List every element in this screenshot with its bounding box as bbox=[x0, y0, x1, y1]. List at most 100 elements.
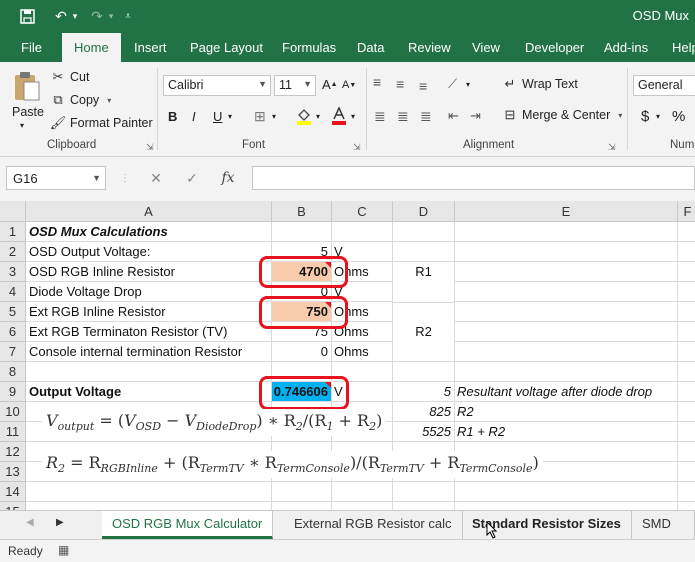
tab-add-ins[interactable]: Add-ins bbox=[596, 33, 656, 62]
currency-dropdown-icon[interactable]: ▾ bbox=[656, 112, 660, 121]
tab-file[interactable]: File bbox=[13, 33, 50, 62]
voltage-equation[interactable]: Voutput = (VOSD − VDiodeDrop) ∗ R2/(R1 +… bbox=[42, 409, 387, 436]
number-format-select[interactable]: General bbox=[633, 75, 695, 96]
scroll-sheets-right-icon[interactable]: ▶ bbox=[56, 517, 64, 528]
column-header-d[interactable]: D bbox=[393, 201, 455, 222]
underline-dropdown-icon[interactable]: ▾ bbox=[228, 112, 232, 121]
borders-dropdown-icon[interactable]: ▾ bbox=[272, 112, 276, 121]
borders-icon[interactable]: ⊞ bbox=[254, 108, 266, 125]
align-left-icon[interactable]: ≣ bbox=[374, 108, 386, 125]
row-header[interactable]: 3 bbox=[0, 262, 26, 282]
tab-formulas[interactable]: Formulas bbox=[274, 33, 344, 62]
worksheet-grid[interactable]: A B C D E F 1 2 3 4 5 6 7 8 9 10 11 12 1… bbox=[0, 201, 695, 510]
row-header[interactable]: 1 bbox=[0, 222, 26, 242]
column-header-a[interactable]: A bbox=[26, 201, 272, 222]
redo-dropdown-icon[interactable]: ▾ bbox=[104, 5, 118, 27]
orientation-icon[interactable]: ⟋ bbox=[448, 76, 457, 92]
paste-button[interactable] bbox=[10, 70, 44, 102]
cell-d11[interactable]: 5525 bbox=[393, 422, 454, 442]
font-color-dropdown-icon[interactable]: ▾ bbox=[351, 112, 355, 121]
font-name-select[interactable]: Calibri ▼ bbox=[163, 75, 271, 96]
macro-recording-icon[interactable]: ▦ bbox=[58, 543, 69, 557]
font-launcher-icon[interactable]: ⇲ bbox=[353, 142, 361, 153]
cancel-icon[interactable]: ✕ bbox=[141, 166, 171, 190]
tab-help[interactable]: Help bbox=[664, 33, 695, 62]
cell-a1[interactable]: OSD Mux Calculations bbox=[29, 222, 168, 242]
column-header-e[interactable]: E bbox=[455, 201, 678, 222]
increase-font-icon[interactable]: A ▲ bbox=[322, 77, 338, 92]
align-bottom-icon[interactable]: ≡ bbox=[419, 78, 427, 94]
cell-e11[interactable]: R1 + R2 bbox=[457, 422, 505, 442]
cell-c7[interactable]: Ohms bbox=[334, 342, 369, 362]
cell-b7[interactable]: 0 bbox=[272, 342, 331, 362]
row-header[interactable]: 14 bbox=[0, 482, 26, 502]
sheet-tab-smd-res[interactable]: SMD Res bbox=[632, 511, 695, 557]
row-header[interactable]: 12 bbox=[0, 442, 26, 462]
row-header[interactable]: 7 bbox=[0, 342, 26, 362]
align-right-icon[interactable]: ≣ bbox=[420, 108, 432, 125]
alignment-launcher-icon[interactable]: ⇲ bbox=[608, 142, 616, 153]
cell-d6[interactable]: R2 bbox=[393, 322, 454, 342]
wrap-text-button[interactable]: ↵ Wrap Text bbox=[502, 76, 578, 92]
font-color-button[interactable] bbox=[331, 107, 347, 125]
cell-a2[interactable]: OSD Output Voltage: bbox=[29, 242, 150, 262]
tab-home[interactable]: Home bbox=[62, 33, 121, 62]
clipboard-launcher-icon[interactable]: ⇲ bbox=[146, 142, 154, 153]
format-painter-button[interactable]: 🖌 Format Painter bbox=[50, 115, 153, 131]
percent-button[interactable]: % bbox=[672, 108, 685, 125]
formula-input[interactable] bbox=[252, 166, 695, 190]
cell-e10[interactable]: R2 bbox=[457, 402, 474, 422]
cell-a3[interactable]: OSD RGB Inline Resistor bbox=[29, 262, 175, 282]
cell-d10[interactable]: 825 bbox=[393, 402, 454, 422]
paste-label[interactable]: Paste bbox=[12, 105, 44, 119]
select-all-corner[interactable] bbox=[0, 201, 26, 222]
sheet-tab-osd-rgb-mux-calculator[interactable]: OSD RGB Mux Calculator bbox=[102, 511, 274, 539]
copy-button[interactable]: ⧉ Copy ▾ bbox=[50, 92, 111, 108]
column-header-c[interactable]: C bbox=[332, 201, 393, 222]
merge-center-button[interactable]: ⊟ Merge & Center ▾ bbox=[502, 107, 623, 123]
tab-review[interactable]: Review bbox=[400, 33, 459, 62]
cell-a4[interactable]: Diode Voltage Drop bbox=[29, 282, 142, 302]
scroll-sheets-left-icon[interactable]: ◀ bbox=[26, 517, 34, 528]
cell-a5[interactable]: Ext RGB Inline Resistor bbox=[29, 302, 166, 322]
cell-d9[interactable]: 5 bbox=[393, 382, 454, 402]
row-header[interactable]: 2 bbox=[0, 242, 26, 262]
tab-view[interactable]: View bbox=[464, 33, 508, 62]
align-top-icon[interactable]: ≡ bbox=[373, 74, 381, 90]
italic-button[interactable]: I bbox=[192, 109, 196, 124]
bold-button[interactable]: B bbox=[168, 109, 177, 124]
cell-d3[interactable]: R1 bbox=[393, 262, 454, 282]
save-icon[interactable] bbox=[14, 5, 40, 27]
undo-dropdown-icon[interactable]: ▾ bbox=[68, 5, 82, 27]
sheet-tab-external-rgb-resistor-calc[interactable]: External RGB Resistor calc bbox=[284, 511, 463, 539]
column-header-b[interactable]: B bbox=[272, 201, 332, 222]
cell-a6[interactable]: Ext RGB Terminaton Resistor (TV) bbox=[29, 322, 227, 342]
cell-e9[interactable]: Resultant voltage after diode drop bbox=[457, 382, 652, 402]
row-header[interactable]: 5 bbox=[0, 302, 26, 322]
tab-page-layout[interactable]: Page Layout bbox=[182, 33, 271, 62]
name-box[interactable]: G16 ▼ bbox=[6, 166, 106, 190]
cell-a9[interactable]: Output Voltage bbox=[29, 382, 121, 402]
insert-function-icon[interactable]: fx bbox=[213, 166, 243, 190]
cut-button[interactable]: ✂ Cut bbox=[50, 69, 90, 85]
row-header[interactable]: 8 bbox=[0, 362, 26, 382]
row-header[interactable]: 4 bbox=[0, 282, 26, 302]
row-header[interactable]: 6 bbox=[0, 322, 26, 342]
tab-insert[interactable]: Insert bbox=[126, 33, 175, 62]
row-header[interactable]: 15 bbox=[0, 502, 26, 510]
row-header[interactable]: 9 bbox=[0, 382, 26, 402]
paste-dropdown-icon[interactable]: ▾ bbox=[20, 121, 24, 130]
font-size-select[interactable]: 11 ▼ bbox=[274, 75, 316, 96]
merge-dropdown-icon[interactable]: ▾ bbox=[618, 111, 622, 120]
customize-toolbar-icon[interactable]: ⩡ bbox=[120, 5, 136, 27]
align-middle-icon[interactable]: ≡ bbox=[396, 76, 404, 92]
row-header[interactable]: 13 bbox=[0, 462, 26, 482]
increase-indent-icon[interactable]: ⇥ bbox=[470, 108, 481, 124]
currency-button[interactable]: $ bbox=[641, 108, 649, 125]
copy-dropdown-icon[interactable]: ▾ bbox=[107, 96, 111, 105]
decrease-font-icon[interactable]: A ▼ bbox=[342, 79, 356, 91]
fill-color-dropdown-icon[interactable]: ▾ bbox=[316, 112, 320, 121]
align-center-icon[interactable]: ≣ bbox=[397, 108, 409, 125]
tab-data[interactable]: Data bbox=[349, 33, 392, 62]
resistance-equation[interactable]: R2 = RRGBInline + (RTermTV ∗ RTermConsol… bbox=[42, 451, 543, 478]
